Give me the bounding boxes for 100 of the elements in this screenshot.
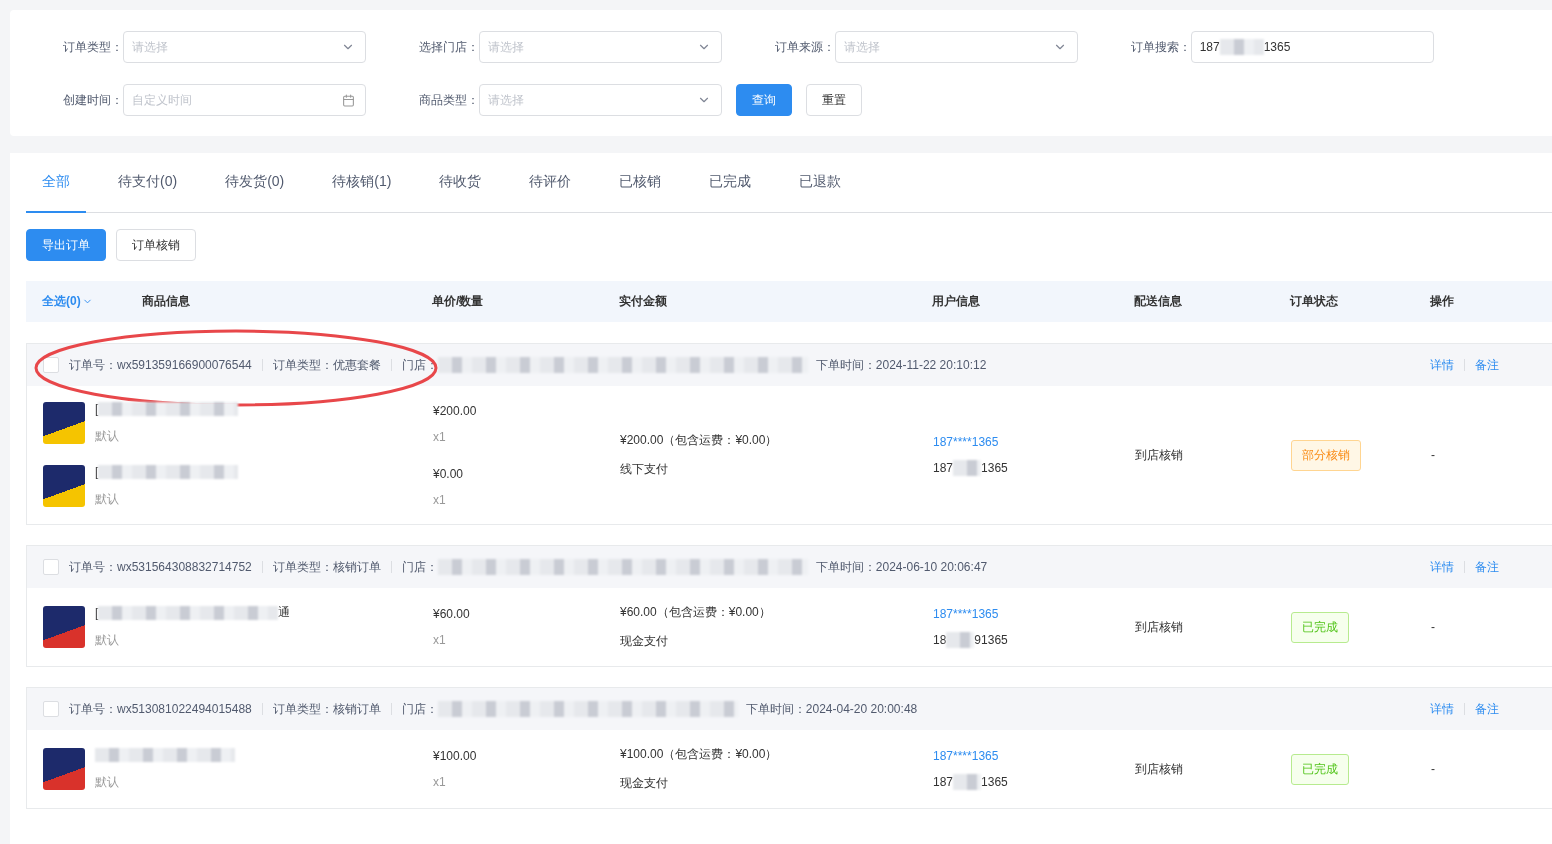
- order-checkbox[interactable]: [43, 357, 59, 373]
- calendar-icon: [342, 93, 355, 107]
- redacted-block: [953, 460, 982, 476]
- product-spec: 默认: [95, 631, 120, 649]
- delivery-method: 到店核销: [1135, 446, 1184, 464]
- store-label: 门店：: [401, 558, 438, 576]
- product-thumbnail: [43, 747, 85, 790]
- verify-button[interactable]: 订单核销: [116, 229, 196, 261]
- phone-text: 1365: [981, 775, 1008, 789]
- select-field[interactable]: 请选择: [834, 31, 1078, 63]
- status-tag: 部分核销: [1291, 439, 1361, 471]
- status-tag: 已完成: [1291, 611, 1349, 643]
- export-button[interactable]: 导出订单: [26, 229, 106, 261]
- delivery-method: 到店核销: [1135, 618, 1184, 636]
- user-link[interactable]: 187****1365: [933, 607, 1135, 621]
- action-text: -: [1431, 448, 1436, 462]
- unit-price: ¥100.00: [433, 749, 478, 763]
- order-number: 订单号：wx513081022494015488: [69, 700, 252, 718]
- unit-price: ¥60.00: [433, 607, 471, 621]
- order-checkbox[interactable]: [43, 559, 59, 575]
- column-header: 单价/数量: [432, 293, 485, 310]
- details-link[interactable]: 详情: [1430, 700, 1454, 718]
- product-name-text: [: [95, 605, 99, 620]
- phone-text: 187: [933, 461, 954, 475]
- filter-label: 创建时间：: [61, 91, 123, 109]
- payment-method: 线下支付: [620, 461, 669, 478]
- redacted-block: [1219, 39, 1264, 55]
- delivery-method: 到店核销: [1135, 760, 1184, 778]
- status-tab[interactable]: 已完成: [693, 153, 768, 213]
- details-link[interactable]: 详情: [1430, 558, 1454, 576]
- product-spec: 默认: [95, 428, 120, 445]
- quantity: x1: [433, 492, 447, 507]
- order-type: 订单类型：核销订单: [272, 558, 381, 576]
- action-text: -: [1431, 762, 1436, 776]
- search-value: 187: [1199, 40, 1220, 54]
- redacted-block: [946, 632, 975, 648]
- column-header: 订单状态: [1290, 293, 1339, 310]
- select-field[interactable]: 请选择: [478, 31, 722, 63]
- phone-text: 1365: [981, 461, 1008, 475]
- action-text: -: [1431, 620, 1436, 634]
- note-link[interactable]: 备注: [1475, 700, 1499, 718]
- product-name-text: [: [95, 465, 99, 479]
- status-tab[interactable]: 待评价: [513, 153, 588, 213]
- unit-price: ¥0.00: [433, 466, 465, 481]
- product-thumbnail: [43, 605, 85, 648]
- column-header: 配送信息: [1134, 293, 1183, 310]
- filter-label: 选择门店：: [417, 38, 479, 56]
- date-field[interactable]: 自定义时间: [122, 84, 366, 116]
- user-link[interactable]: 187****1365: [933, 435, 1135, 449]
- column-header: 实付金额: [619, 293, 668, 310]
- status-tab[interactable]: 待发货(0): [209, 153, 301, 213]
- status-tab[interactable]: 已退款: [783, 153, 858, 213]
- status-tab[interactable]: 待收货: [423, 153, 498, 213]
- column-header: 操作: [1430, 293, 1455, 310]
- phone-text: 91365: [974, 633, 1008, 647]
- paid-amount: ¥100.00（包含运费：¥0.00）: [620, 746, 779, 763]
- quantity: x1: [433, 633, 447, 647]
- status-tab[interactable]: 待核销(1): [316, 153, 408, 213]
- order-time: 下单时间：2024-04-20 20:00:48: [745, 700, 918, 718]
- order-time: 下单时间：2024-06-10 20:06:47: [815, 558, 988, 576]
- store-label: 门店：: [401, 700, 438, 718]
- filter-label: 订单类型：: [61, 38, 123, 56]
- column-header: 商品信息: [142, 293, 191, 310]
- select-field[interactable]: 请选择: [122, 31, 366, 63]
- search-value: 1365: [1263, 40, 1291, 54]
- status-tab[interactable]: 全部: [26, 153, 86, 213]
- order-type: 订单类型：核销订单: [272, 700, 381, 718]
- paid-amount: ¥60.00（包含运费：¥0.00）: [620, 604, 772, 621]
- filter-label: 订单来源：: [773, 38, 835, 56]
- status-tab[interactable]: 已核销: [603, 153, 678, 213]
- note-link[interactable]: 备注: [1475, 356, 1499, 374]
- phone-text: 187: [933, 775, 954, 789]
- product-spec: 默认: [95, 773, 120, 791]
- store-label: 门店：: [401, 356, 438, 374]
- order-number: 订单号：wx591359166900076544: [69, 356, 252, 374]
- order-checkbox[interactable]: [43, 701, 59, 717]
- column-header: 用户信息: [932, 293, 981, 310]
- redacted-block: [953, 774, 982, 790]
- quantity: x1: [433, 429, 447, 444]
- filter-label: 商品类型：: [417, 91, 479, 109]
- user-link[interactable]: 187****1365: [933, 749, 1135, 763]
- unit-price: ¥200.00: [433, 403, 478, 418]
- payment-method: 现金支付: [620, 775, 669, 792]
- details-link[interactable]: 详情: [1430, 356, 1454, 374]
- select-all-dropdown[interactable]: 全选(0): [26, 293, 142, 310]
- product-thumbnail: [43, 465, 85, 507]
- order-number: 订单号：wx531564308832714752: [69, 558, 252, 576]
- select-field[interactable]: 请选择: [478, 84, 722, 116]
- query-button[interactable]: 查询: [736, 84, 792, 116]
- quantity: x1: [433, 775, 447, 789]
- phone-text: 18: [933, 633, 947, 647]
- product-name-text: [: [95, 402, 99, 416]
- reset-button[interactable]: 重置: [806, 84, 862, 116]
- status-tab[interactable]: 待支付(0): [102, 153, 194, 213]
- order-type: 订单类型：优惠套餐: [272, 356, 381, 374]
- search-field[interactable]: 187 1365: [1190, 31, 1434, 63]
- filter-label: 订单搜索：: [1129, 38, 1191, 56]
- product-name-text: 通: [278, 604, 291, 621]
- note-link[interactable]: 备注: [1475, 558, 1499, 576]
- status-tag: 已完成: [1291, 753, 1349, 785]
